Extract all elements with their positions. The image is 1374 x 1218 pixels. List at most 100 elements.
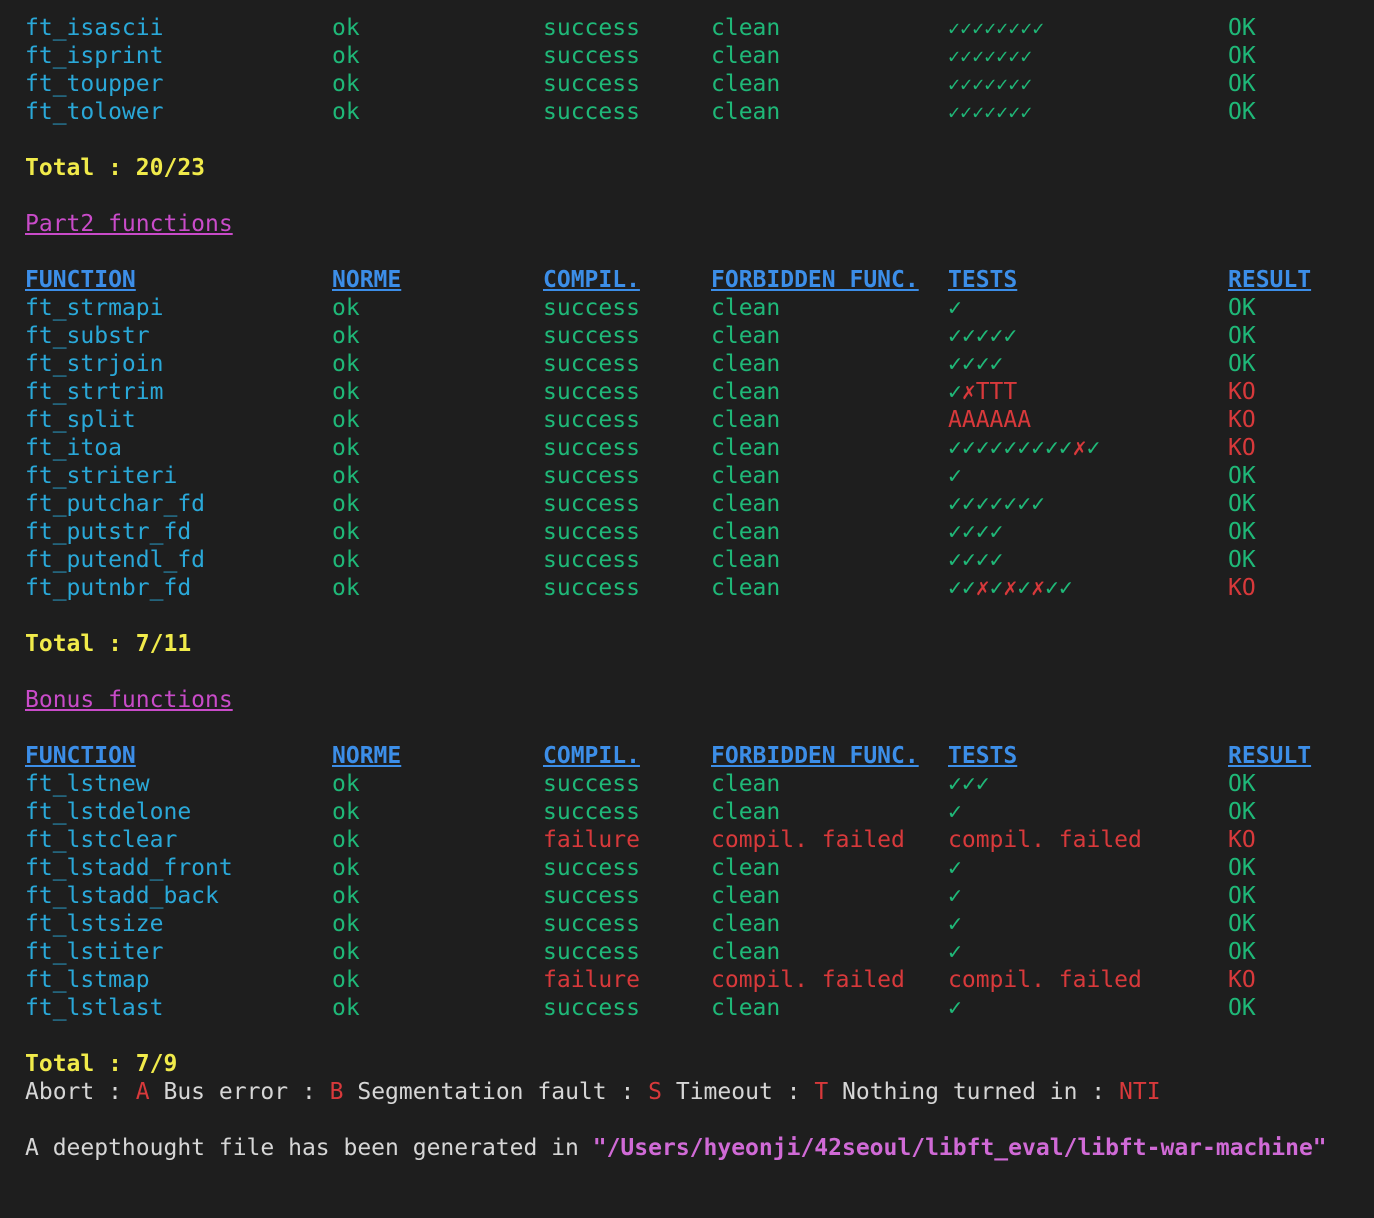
test-result-segment: ✓✓✓✓ <box>948 547 1004 573</box>
test-result-segment: ✗ <box>1003 575 1018 601</box>
function-name: ft_lstadd_back <box>25 883 219 909</box>
test-result-segment: ✓✓✓ <box>948 771 990 797</box>
norme-value: ok <box>332 295 360 321</box>
forbidden-value: clean <box>711 71 781 97</box>
forbidden-value: clean <box>711 295 781 321</box>
header-norme: NORME <box>332 267 402 293</box>
tests-value: ✓✓✗✓✗✓✗✓✓ <box>948 574 1073 602</box>
test-result-segment: ✓✓ <box>948 575 976 601</box>
compil-value: success <box>543 463 640 489</box>
deepthought-prefix: A deepthought file has been generated in <box>25 1135 593 1161</box>
tests-value: AAAAAA <box>948 406 1031 434</box>
result-value: KO <box>1228 967 1256 993</box>
result-value: KO <box>1228 435 1256 461</box>
tests-value: ✓✓✓✓✓✓✓ <box>948 42 1032 70</box>
tests-value: compil. failed <box>948 966 1142 994</box>
compil-value: success <box>543 99 640 125</box>
function-name: ft_lstiter <box>25 939 164 965</box>
header-forbidden: FORBIDDEN FUNC. <box>711 743 919 769</box>
test-result-segment: ✓ <box>948 855 962 881</box>
norme-value: ok <box>332 827 360 853</box>
legend-label: Abort : <box>25 1079 136 1105</box>
tests-value: ✓✓✓✓ <box>948 350 1003 378</box>
norme-value: ok <box>332 799 360 825</box>
header-compil: COMPIL. <box>543 267 640 293</box>
test-result-segment: ✓ <box>989 575 1004 601</box>
test-result-segment: ✓✓✓✓ <box>948 351 1004 377</box>
compil-value: failure <box>543 967 640 993</box>
test-result-segment: ✓ <box>948 995 962 1021</box>
tests-value: ✓✓✓✓✓✓✓ <box>948 98 1032 126</box>
function-name: ft_isprint <box>25 43 164 69</box>
forbidden-value: clean <box>711 323 781 349</box>
table-row: ft_toupper ok success clean ✓✓✓✓✓✓✓ OK <box>0 70 1256 98</box>
compil-value: success <box>543 995 640 1021</box>
tests-value: ✓ <box>948 938 962 966</box>
test-result-segment: compil. failed <box>948 967 1142 993</box>
tests-value: ✓✗TTT <box>948 378 1017 406</box>
result-value: OK <box>1228 883 1256 909</box>
header-result: RESULT <box>1228 743 1312 769</box>
forbidden-value: clean <box>711 407 781 433</box>
test-result-segment: ✗TTT <box>961 379 1018 405</box>
result-value: OK <box>1228 491 1256 517</box>
norme-value: ok <box>332 351 360 377</box>
result-value: OK <box>1228 15 1256 41</box>
tests-value: ✓ <box>948 854 962 882</box>
function-name: ft_lstnew <box>25 771 150 797</box>
norme-value: ok <box>332 463 360 489</box>
forbidden-value: clean <box>711 995 781 1021</box>
tests-value: ✓✓✓✓✓✓✓ <box>948 70 1032 98</box>
test-result-segment: ✓ <box>1086 435 1101 461</box>
compil-value: success <box>543 519 640 545</box>
test-result-segment: ✗ <box>1072 435 1087 461</box>
tests-value: ✓ <box>948 798 962 826</box>
function-name: ft_lstmap <box>25 967 150 993</box>
norme-value: ok <box>332 519 360 545</box>
norme-value: ok <box>332 379 360 405</box>
deepthought-path[interactable]: "/Users/hyeonji/42seoul/libft_eval/libft… <box>593 1135 1327 1161</box>
result-value: OK <box>1228 547 1256 573</box>
test-result-segment: ✓✓✓✓✓✓✓ <box>948 72 1033 96</box>
section-title: Part2 functions <box>25 211 233 237</box>
result-value: KO <box>1228 379 1256 405</box>
legend-code: T <box>814 1079 829 1105</box>
norme-value: ok <box>332 71 360 97</box>
result-value: OK <box>1228 43 1256 69</box>
total-line: Total : 20/23 <box>0 154 205 182</box>
compil-value: success <box>543 575 640 601</box>
norme-value: ok <box>332 771 360 797</box>
function-name: ft_itoa <box>25 435 122 461</box>
section-title: Bonus functions <box>25 687 233 713</box>
result-value: OK <box>1228 99 1256 125</box>
forbidden-value: clean <box>711 911 781 937</box>
test-result-segment: ✓✓✓✓ <box>948 519 1004 545</box>
result-value: OK <box>1228 995 1256 1021</box>
result-value: OK <box>1228 351 1256 377</box>
test-result-segment: ✓✓ <box>1045 575 1073 601</box>
forbidden-value: clean <box>711 491 781 517</box>
test-result-segment: ✓✓✓✓✓✓✓ <box>948 44 1033 68</box>
forbidden-value: clean <box>711 379 781 405</box>
tests-value: ✓ <box>948 910 962 938</box>
test-result-segment: ✗ <box>975 575 990 601</box>
result-value: KO <box>1228 827 1256 853</box>
norme-value: ok <box>332 43 360 69</box>
forbidden-value: compil. failed <box>711 827 905 853</box>
norme-value: ok <box>332 15 360 41</box>
norme-value: ok <box>332 995 360 1021</box>
compil-value: success <box>543 855 640 881</box>
result-value: KO <box>1228 407 1256 433</box>
forbidden-value: clean <box>711 519 781 545</box>
table-row: ft_isascii ok success clean ✓✓✓✓✓✓✓✓ OK <box>0 14 1256 42</box>
legend-code: NTI <box>1119 1079 1161 1105</box>
test-result-segment: ✓ <box>948 883 962 909</box>
norme-value: ok <box>332 547 360 573</box>
test-result-segment: ✓✓✓✓✓✓✓✓ <box>948 16 1045 40</box>
compil-value: success <box>543 295 640 321</box>
tests-value: ✓ <box>948 994 962 1022</box>
tests-value: ✓✓✓✓✓ <box>948 322 1017 350</box>
tests-value: ✓✓✓✓ <box>948 518 1003 546</box>
function-name: ft_putstr_fd <box>25 519 192 545</box>
deepthought-line: A deepthought file has been generated in… <box>0 1134 1327 1162</box>
